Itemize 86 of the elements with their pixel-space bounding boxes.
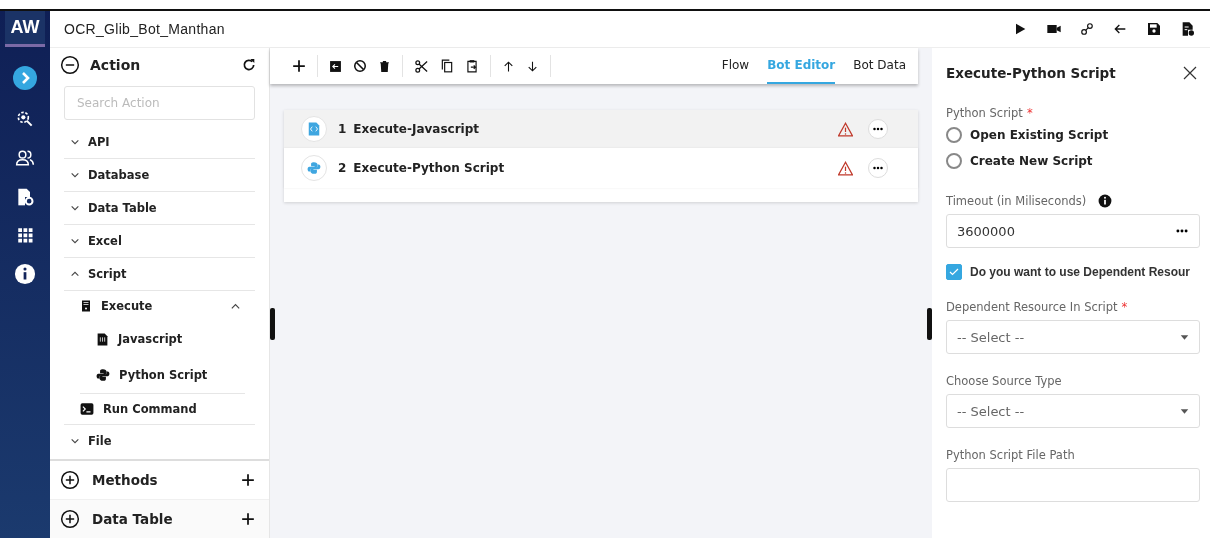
bot-title: OCR_Glib_Bot_Manthan: [64, 21, 225, 37]
document-icon[interactable]: [1180, 21, 1196, 37]
section-header[interactable]: Data Table: [50, 499, 269, 538]
paste-icon[interactable]: [465, 59, 479, 73]
plus-icon[interactable]: [241, 512, 255, 526]
action-item[interactable]: Python Script: [80, 357, 245, 394]
chevron-icon: [70, 203, 80, 213]
plus-icon[interactable]: [241, 473, 255, 487]
chevron-icon: [70, 436, 80, 446]
refresh-icon[interactable]: [241, 57, 257, 73]
move-up-icon[interactable]: [502, 59, 515, 73]
step-row[interactable]: 2 Execute-Python Script: [284, 148, 918, 188]
more-button[interactable]: [868, 158, 888, 178]
step-row[interactable]: 1 Execute-Javascript: [284, 110, 918, 148]
resize-handle[interactable]: [270, 308, 275, 340]
caret-icon: [1180, 332, 1189, 342]
view-tab[interactable]: Flow: [721, 48, 750, 84]
category-item[interactable]: Database: [64, 159, 255, 192]
field-label: Python Script: [946, 106, 1023, 120]
link-icon[interactable]: [1080, 22, 1094, 36]
action-item[interactable]: Run Command: [64, 394, 255, 425]
info-icon: [1098, 194, 1113, 208]
info-icon[interactable]: [14, 263, 36, 285]
step-number: 1: [338, 122, 347, 136]
chevron-icon: [70, 269, 80, 279]
save-icon[interactable]: [1146, 21, 1162, 37]
action-item[interactable]: Execute: [80, 291, 255, 321]
select-dropdown[interactable]: -- Select --: [946, 394, 1200, 428]
users-icon[interactable]: [15, 148, 35, 168]
exit-icon[interactable]: [329, 59, 342, 73]
panel-title: Execute-Python Script: [946, 65, 1117, 81]
document-gear-icon[interactable]: [15, 187, 35, 207]
required-mark: *: [1026, 106, 1033, 120]
radio-button[interactable]: [946, 153, 962, 169]
plus-circle-icon: [60, 509, 80, 529]
resize-handle[interactable]: [927, 308, 932, 340]
plus-circle-icon: [60, 470, 80, 490]
caret-icon: [1180, 406, 1189, 416]
panel-title: Action: [90, 57, 142, 73]
search-field[interactable]: Search Action: [64, 86, 255, 120]
chevron-icon: [70, 137, 80, 147]
cut-icon[interactable]: [414, 58, 429, 74]
dependent-checkbox[interactable]: Do you want to use Dependent Resour: [946, 264, 1210, 280]
chevron-icon: [70, 170, 80, 180]
python-icon: [307, 161, 321, 175]
add-icon[interactable]: [292, 59, 306, 73]
category-item[interactable]: Data Table: [64, 192, 255, 225]
check-icon: [948, 266, 960, 278]
terminal-icon: [80, 402, 94, 416]
checkbox[interactable]: [946, 264, 962, 280]
category-item[interactable]: Excel: [64, 225, 255, 258]
step-title: Execute-Python Script: [353, 161, 506, 175]
radio-option[interactable]: Open Existing Script: [946, 122, 1210, 148]
required-mark: *: [1121, 300, 1128, 314]
server-icon: [80, 298, 92, 314]
app-logo: AW: [5, 11, 45, 47]
python-icon: [96, 368, 110, 382]
field-label: Choose Source Type: [946, 374, 1062, 388]
category-item[interactable]: File: [64, 425, 255, 457]
disable-icon[interactable]: [353, 59, 367, 73]
step-title: Execute-Javascript: [353, 122, 481, 136]
expand-icon[interactable]: [13, 66, 37, 90]
field-label: Timeout (in Miliseconds): [946, 194, 1087, 208]
close-icon[interactable]: [1182, 65, 1198, 81]
delete-icon[interactable]: [378, 59, 391, 73]
radio-button[interactable]: [946, 127, 962, 143]
field-label: Dependent Resource In Script: [946, 300, 1118, 314]
chevron-icon: [70, 236, 80, 246]
script-file-icon: [96, 331, 109, 347]
category-item[interactable]: Script: [64, 258, 255, 291]
move-down-icon[interactable]: [526, 59, 539, 73]
file-path-field[interactable]: [946, 468, 1200, 502]
timeout-field[interactable]: 3600000: [946, 214, 1200, 248]
copy-icon[interactable]: [440, 59, 454, 73]
step-number: 2: [338, 161, 347, 175]
radio-option[interactable]: Create New Script: [946, 148, 1210, 174]
view-tab[interactable]: Bot Data: [853, 48, 906, 84]
collapse-icon[interactable]: [60, 55, 80, 75]
action-item[interactable]: Javascript: [96, 321, 245, 357]
category-item[interactable]: API: [64, 126, 255, 159]
settings-icon[interactable]: [15, 109, 35, 129]
grid-icon[interactable]: [16, 226, 34, 244]
select-dropdown[interactable]: -- Select --: [946, 320, 1200, 354]
script-file-icon: [307, 121, 321, 137]
more-button[interactable]: [868, 119, 888, 139]
field-label: Python Script File Path: [946, 448, 1075, 462]
